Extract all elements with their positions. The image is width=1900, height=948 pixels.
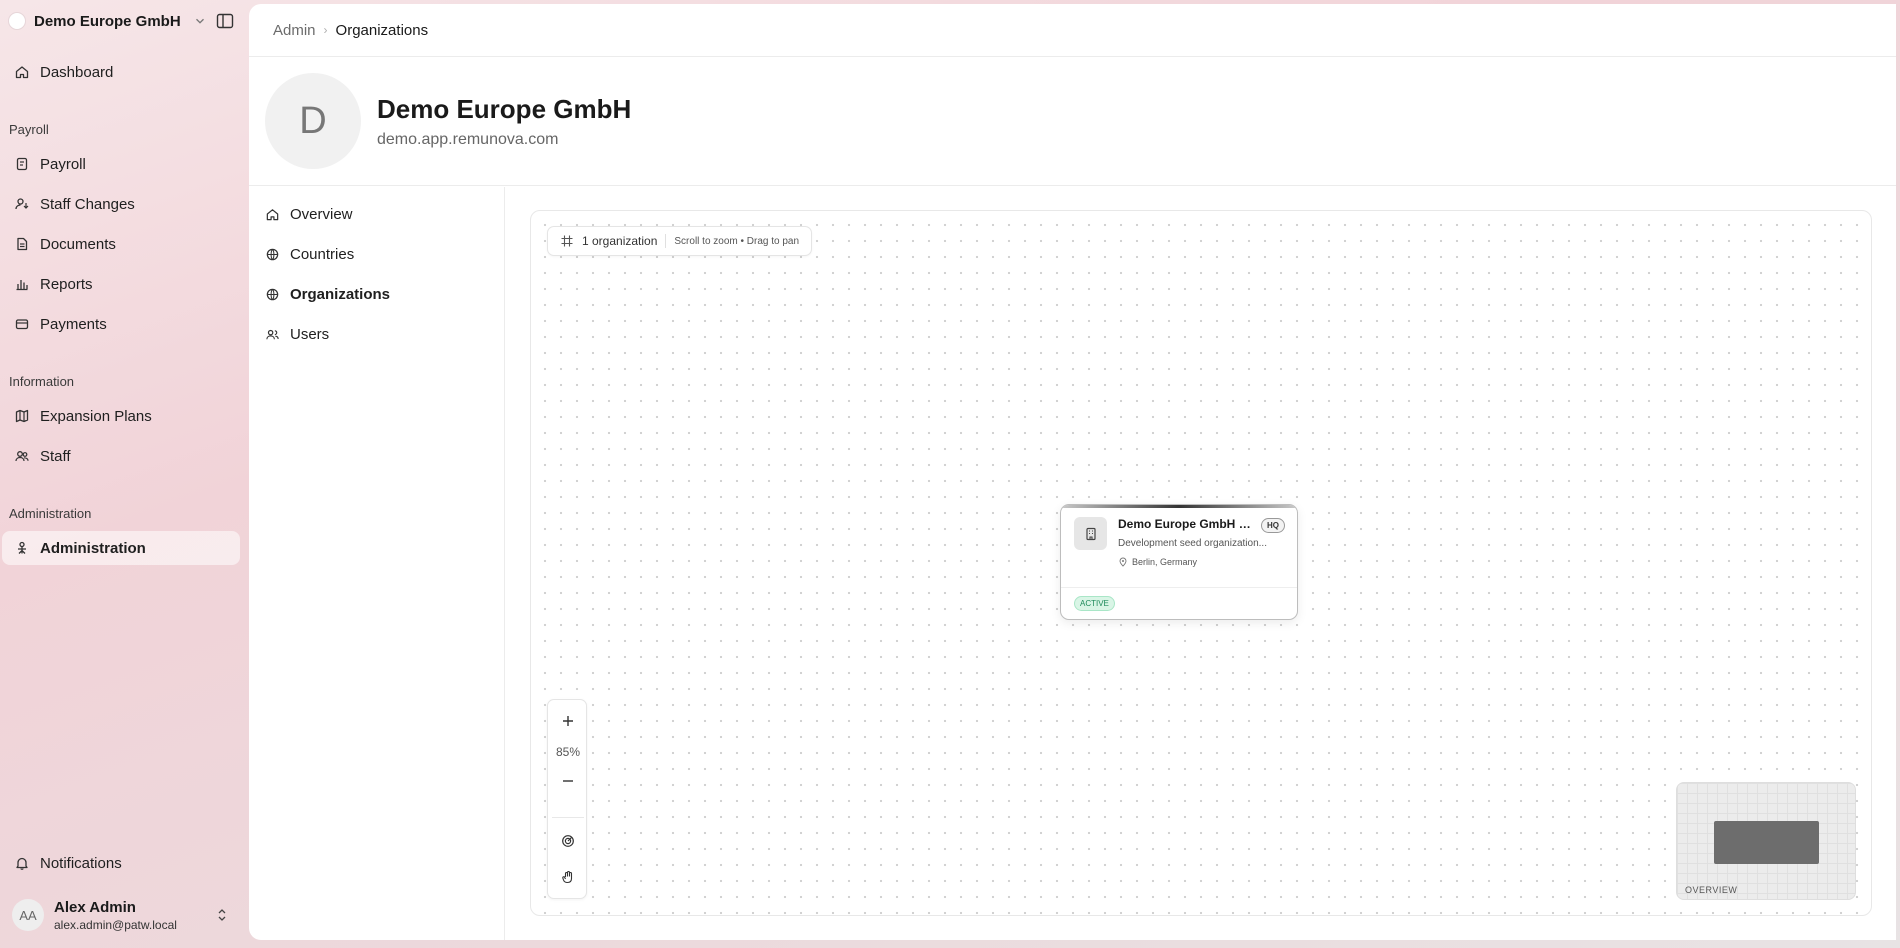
sidebar-item-label: Staff [40,447,71,465]
wallet-icon [15,319,29,330]
pan-mode-button[interactable] [548,862,588,892]
pill-divider [665,234,667,248]
chart-icon [16,280,28,291]
sidebar-item-administration[interactable]: Administration [2,531,240,565]
sidebar-item-payroll[interactable]: Payroll [2,147,240,181]
org-switcher[interactable]: Demo Europe GmbH [8,10,207,32]
sidebar-item-label: Payments [40,315,107,333]
user-name: Alex Admin [54,898,136,916]
zoom-out-button[interactable] [548,766,588,796]
users-icon [15,451,29,462]
sidebar-item-label: Notifications [40,854,122,872]
section-label-payroll: Payroll [9,122,49,137]
users-icon [266,329,279,339]
org-node-location: Berlin, Germany [1118,557,1197,567]
section-label-information: Information [9,374,75,389]
canvas-hint: Scroll to zoom • Drag to pan [674,235,800,247]
admin-icon [18,541,26,554]
bell-icon [16,857,28,870]
sidebar-item-label: Dashboard [40,63,114,81]
card-divider [1061,587,1297,588]
sidebar-item-label: Reports [40,275,93,293]
org-logo [8,12,26,30]
location-pin-icon [1119,557,1127,567]
org-node-card[interactable]: Demo Europe GmbH G... HQ Development see… [1060,504,1298,620]
user-email: alex.admin@patw.local [54,917,177,932]
map-icon [15,409,29,423]
org-switcher-name: Demo Europe GmbH [34,12,181,30]
chevron-updown-icon [218,909,226,921]
hq-badge: HQ [1261,518,1285,533]
status-badge: ACTIVE [1074,596,1115,611]
page-header: D Demo Europe GmbH demo.app.remunova.com [249,57,1896,186]
sidebar-item-staff[interactable]: Staff [2,439,240,473]
section-label-administration: Administration [9,506,92,521]
org-node-description: Development seed organization... [1118,538,1267,549]
subnav-item-organizations[interactable]: Organizations [265,279,390,309]
sidebar: Demo Europe GmbH Dashboard Payroll Payro… [0,0,249,948]
sidebar-item-expansion-plans[interactable]: Expansion Plans [2,399,240,433]
page-title: Demo Europe GmbH [377,94,632,124]
breadcrumb-separator: › [323,23,328,37]
sidebar-item-label: Expansion Plans [40,407,152,425]
document-icon [17,237,28,251]
minimap-node [1714,821,1819,864]
zoom-in-button[interactable] [548,706,588,736]
subnav-item-label: Overview [290,205,353,223]
sidebar-item-staff-changes[interactable]: Staff Changes [2,187,240,221]
sidebar-item-label: Staff Changes [40,195,135,213]
breadcrumb-admin-link[interactable]: Admin [273,22,316,39]
zoom-divider [552,817,584,818]
target-icon [562,835,574,847]
sidebar-item-label: Documents [40,235,116,253]
subnav-item-overview[interactable]: Overview [265,199,353,229]
zoom-level: 85% [555,745,581,759]
minimap-label: OVERVIEW [1685,885,1738,895]
org-node-title: Demo Europe GmbH G... [1118,517,1255,531]
subnav-item-label: Organizations [290,285,391,303]
organization-count: 1 organization [582,234,658,248]
main-panel: Admin › Organizations D Demo Europe GmbH… [249,4,1896,940]
subnav-item-countries[interactable]: Countries [265,239,354,269]
sidebar-item-label: Administration [40,539,146,557]
building-icon [1074,517,1107,550]
user-menu[interactable]: AA Alex Admin alex.admin@patw.local [12,895,237,935]
subnav-item-label: Countries [290,245,355,263]
sidebar-item-dashboard[interactable]: Dashboard [2,55,240,89]
home-icon [266,208,279,220]
canvas-info-pill: 1 organization Scroll to zoom • Drag to … [547,226,813,256]
receipt-icon [16,157,28,171]
zoom-controls: 85% [547,699,587,899]
fit-view-button[interactable] [548,826,588,856]
sidebar-item-notifications[interactable]: Notifications [2,846,240,880]
plus-icon [563,716,573,726]
sidebar-item-label: Payroll [40,155,86,173]
admin-subnav: Overview Countries Organizations Users [249,187,505,940]
minus-icon [563,780,573,782]
hand-icon [562,870,573,884]
sidebar-item-payments[interactable]: Payments [2,307,240,341]
chevron-down-icon [195,18,204,24]
globe-icon [266,248,279,260]
sidebar-item-documents[interactable]: Documents [2,227,240,261]
org-avatar: D [265,73,361,169]
globe-icon [266,288,279,300]
org-chart-canvas[interactable]: 1 organization Scroll to zoom • Drag to … [530,210,1872,916]
page-subtitle: demo.app.remunova.com [377,131,559,148]
subnav-item-label: Users [290,325,330,343]
sidebar-toggle-icon[interactable] [215,11,235,31]
home-icon [15,66,29,79]
breadcrumb: Admin › Organizations [249,4,1896,57]
user-change-icon [15,198,29,210]
card-accent-bar [1061,505,1297,508]
location-text: Berlin, Germany [1132,557,1198,567]
sidebar-item-reports[interactable]: Reports [2,267,240,301]
breadcrumb-current: Organizations [335,21,429,39]
hash-icon [561,235,573,247]
minimap[interactable]: OVERVIEW [1676,782,1856,900]
subnav-item-users[interactable]: Users [265,319,329,349]
avatar: AA [12,899,44,931]
